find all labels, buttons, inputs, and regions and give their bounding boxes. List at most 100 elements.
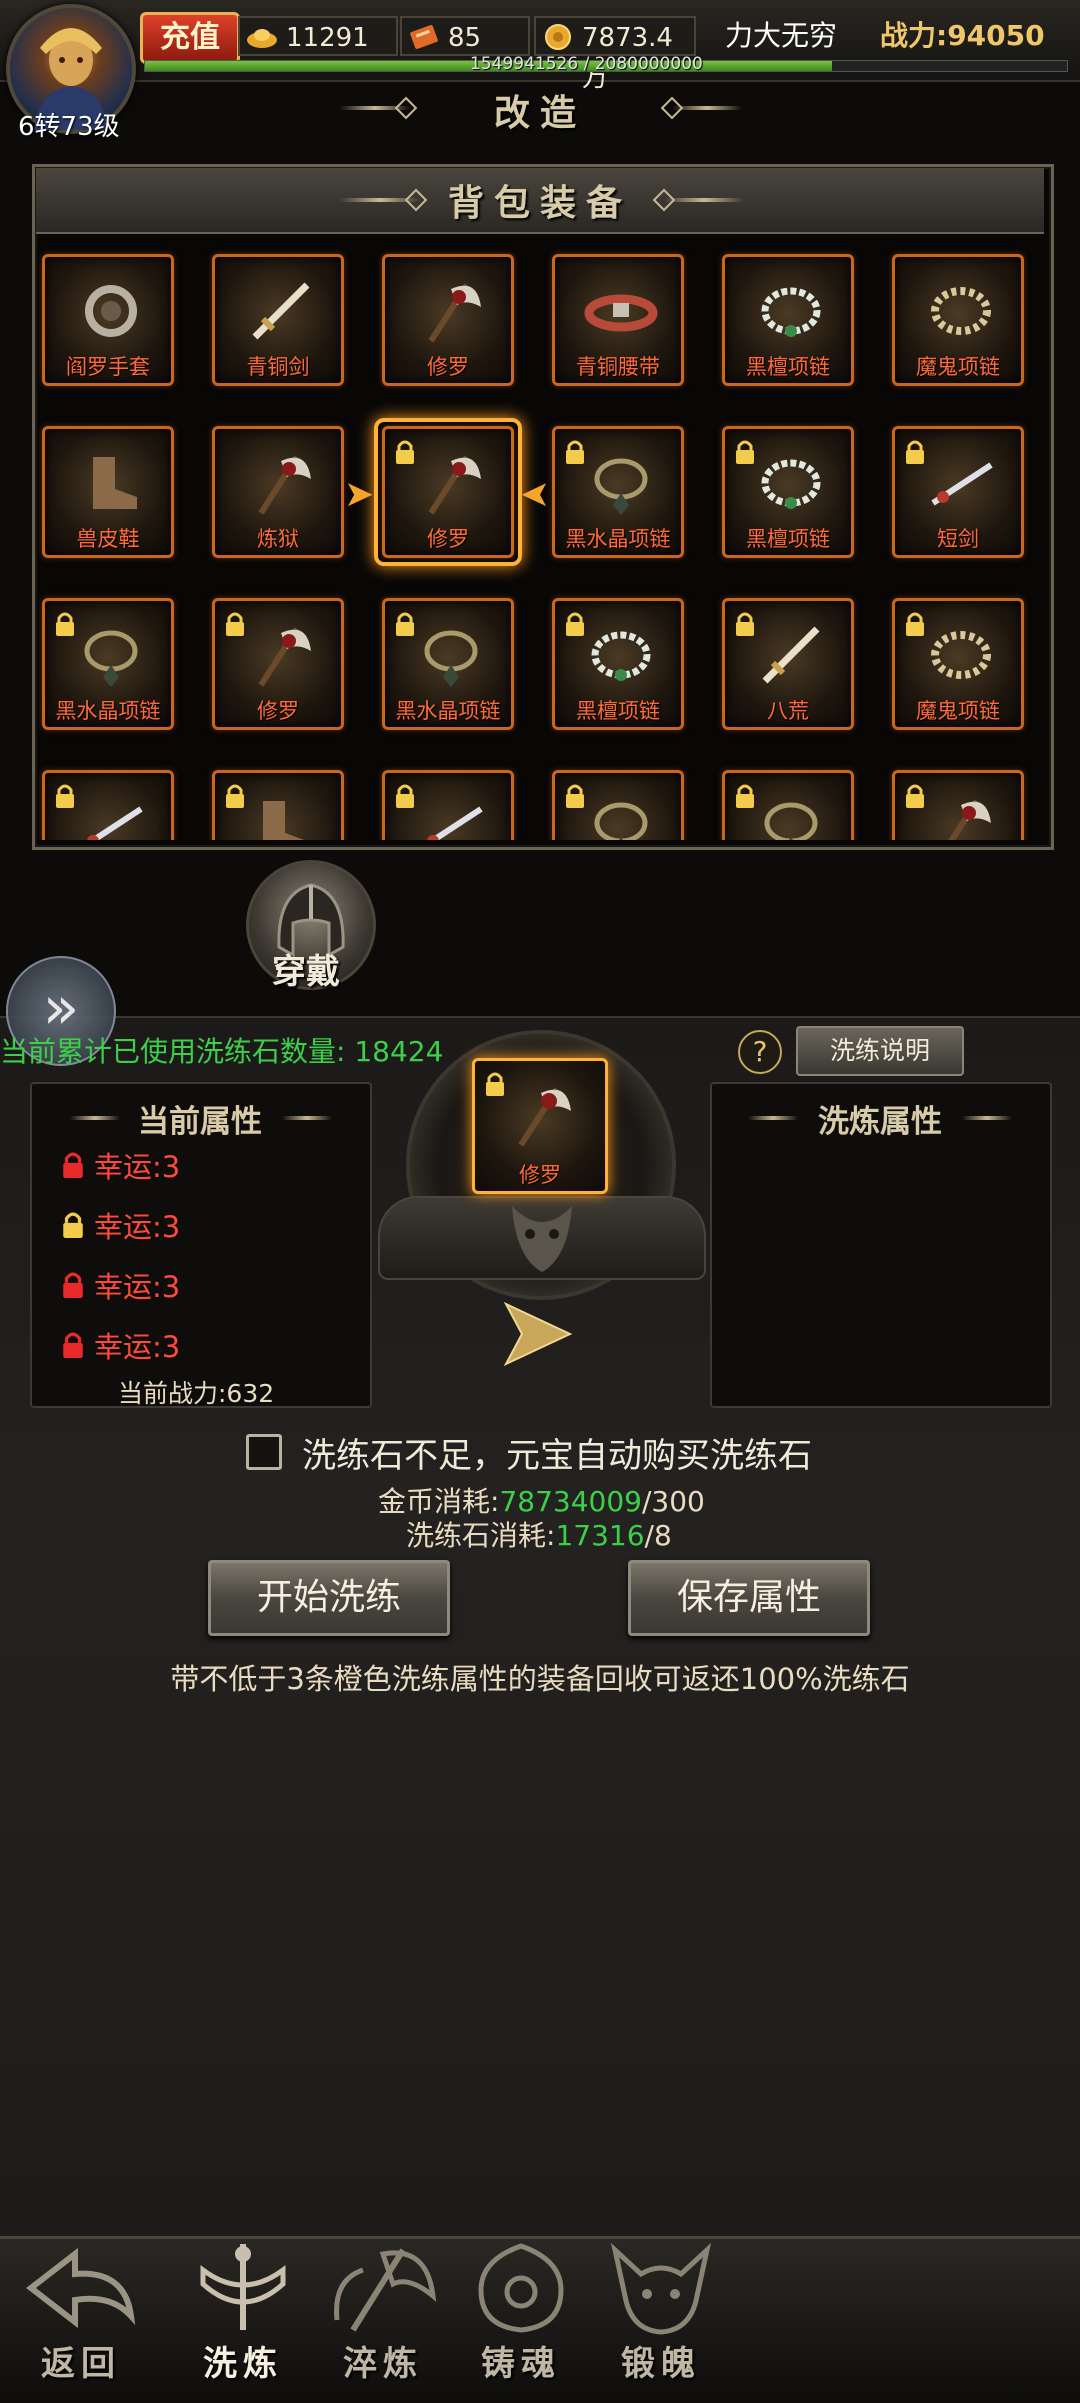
refine-item-slot[interactable]: 修罗 <box>472 1058 608 1194</box>
nav-forge-soul[interactable]: 锻魄 <box>596 2240 726 2400</box>
refine-sword-icon <box>200 2244 286 2330</box>
bag-ornament-right <box>664 198 744 202</box>
demon-head-icon <box>610 2242 712 2335</box>
selected-slot-frame <box>374 418 522 566</box>
bag-slot-name: 修罗 <box>427 355 469 379</box>
belt-icon <box>584 294 658 332</box>
lock-icon <box>486 1072 504 1096</box>
help-icon[interactable]: ? <box>738 1030 782 1074</box>
bag-slot[interactable]: 短剑 <box>892 426 1024 558</box>
bag-slot[interactable]: 黑檀项链 <box>552 598 684 730</box>
start-refine-button[interactable]: 开始洗练 <box>208 1560 450 1636</box>
nav-refine[interactable]: 洗炼 <box>178 2240 308 2400</box>
bag-slot[interactable] <box>722 770 854 840</box>
bag-slot[interactable]: 兽皮鞋 <box>42 426 174 558</box>
bag-slot[interactable]: 八荒 <box>722 598 854 730</box>
bag-slot-name: 炼狱 <box>257 527 299 551</box>
dagger-icon <box>427 806 483 840</box>
bag-slot[interactable]: 魔鬼项链 <box>892 598 1024 730</box>
lock-icon <box>56 612 74 636</box>
bag-slot[interactable] <box>212 770 344 840</box>
attribute-lock-icon[interactable] <box>60 1150 86 1180</box>
back-arrow-icon <box>26 2247 136 2329</box>
coin-counter: 7873.4万 <box>534 16 696 93</box>
title-ornament-right <box>672 106 742 110</box>
current-attributes-title: 当前属性 <box>138 1104 262 1140</box>
player-title: 力大无穷 <box>725 19 838 52</box>
page-title: 改造 <box>493 93 586 134</box>
bag-slot[interactable]: 青铜剑 <box>212 254 344 386</box>
bag-slot[interactable] <box>42 770 174 840</box>
auto-buy-label: 洗练石不足，元宝自动购买洗练石 <box>302 1436 812 1476</box>
attr-ornament-right <box>282 1116 332 1120</box>
nav-temper[interactable]: 淬炼 <box>318 2240 448 2400</box>
axe-icon <box>518 1087 571 1147</box>
crystal-necklace-icon <box>424 630 478 687</box>
lock-icon <box>736 440 754 464</box>
coupon-value: 85 <box>448 23 482 53</box>
recycle-tip: 带不低于3条橙色洗练属性的装备回收可返还100%洗练石 <box>170 1662 910 1696</box>
bag-slot[interactable]: 修罗 <box>212 598 344 730</box>
axe-icon <box>948 799 991 840</box>
skull-necklace-icon <box>931 287 991 335</box>
bag-slot-name: 黑水晶项链 <box>565 527 671 551</box>
nav-cast-soul[interactable]: 铸魂 <box>456 2240 586 2400</box>
wear-label: 穿戴 <box>272 952 340 992</box>
transfer-arrow-icon <box>503 1301 573 1367</box>
bag-slot[interactable]: 黑水晶项链 <box>382 598 514 730</box>
attribute-lock-icon[interactable] <box>60 1270 86 1300</box>
bag-slot[interactable]: 阎罗手套 <box>42 254 174 386</box>
lock-icon <box>736 784 754 808</box>
bag-slot[interactable]: 黑檀项链 <box>722 426 854 558</box>
save-attributes-button[interactable]: 保存属性 <box>628 1560 870 1636</box>
gold-ingot-value: 11291 <box>286 23 369 53</box>
refined-ornament-right <box>962 1116 1012 1120</box>
bag-slot[interactable]: 魔鬼项链 <box>892 254 1024 386</box>
sword-icon <box>762 626 820 684</box>
used-stones-count: 当前累计已使用洗练石数量: 18424 <box>0 1035 444 1068</box>
recharge-button[interactable]: 充值 <box>140 12 240 64</box>
bag-slot-name: 阎罗手套 <box>66 355 150 379</box>
dagger-icon <box>931 462 993 506</box>
bag-slot[interactable]: 黑檀项链 <box>722 254 854 386</box>
current-power: 当前战力:632 <box>118 1379 275 1408</box>
bag-slot[interactable] <box>892 770 1024 840</box>
bag-slot-name: 魔鬼项链 <box>916 355 1000 379</box>
demon-face-ornament <box>512 1206 572 1272</box>
crystal-necklace-icon <box>84 630 138 687</box>
attribute-lock-icon[interactable] <box>60 1210 86 1240</box>
bag-slot-name: 黑水晶项链 <box>55 699 161 723</box>
lock-icon <box>906 784 924 808</box>
bag-slot[interactable]: 青铜腰带 <box>552 254 684 386</box>
stone-cost: 洗练石消耗:17316/8 <box>406 1514 672 1554</box>
bag-slot[interactable]: 炼狱 <box>212 426 344 558</box>
pearl-necklace-icon <box>591 631 651 681</box>
bag-slot[interactable]: 黑水晶项链 <box>42 598 174 730</box>
lock-icon <box>566 612 584 636</box>
coin-icon <box>545 24 571 50</box>
title-diamond-left <box>394 96 418 120</box>
refine-explain-button[interactable]: 洗练说明 <box>796 1026 964 1076</box>
bag-slot-name: 黑檀项链 <box>576 699 660 723</box>
bag-slot-name: 兽皮鞋 <box>76 527 140 551</box>
nav-back[interactable]: 返回 <box>16 2240 146 2400</box>
combat-power: 战力:94050 <box>880 19 1045 52</box>
skull-necklace-icon <box>931 631 991 679</box>
pearl-necklace-icon <box>761 459 821 509</box>
item-pedestal-base <box>378 1196 706 1280</box>
refined-ornament-left <box>748 1116 798 1120</box>
bag-slot[interactable]: 修罗 <box>382 254 514 386</box>
boots-icon <box>93 457 137 509</box>
bag-slot[interactable] <box>382 770 514 840</box>
bag-slot-name: 青铜剑 <box>246 355 310 379</box>
auto-buy-checkbox[interactable] <box>246 1434 282 1470</box>
attr-ornament-left <box>70 1116 120 1120</box>
attribute-lock-icon[interactable] <box>60 1330 86 1360</box>
bag-grid: 阎罗手套 青铜剑 修罗 青铜腰带 黑檀项链 魔鬼项链 兽皮鞋 炼狱 修罗 黑水晶项链 黑檀项链 短剑黑… <box>36 240 1044 840</box>
lock-icon <box>56 784 74 808</box>
crystal-necklace-icon <box>764 802 818 840</box>
bag-slot-name: 魔鬼项链 <box>916 699 1000 723</box>
bag-slot[interactable] <box>552 770 684 840</box>
bag-slot-name: 黑水晶项链 <box>395 699 501 723</box>
bag-slot[interactable]: 黑水晶项链 <box>552 426 684 558</box>
